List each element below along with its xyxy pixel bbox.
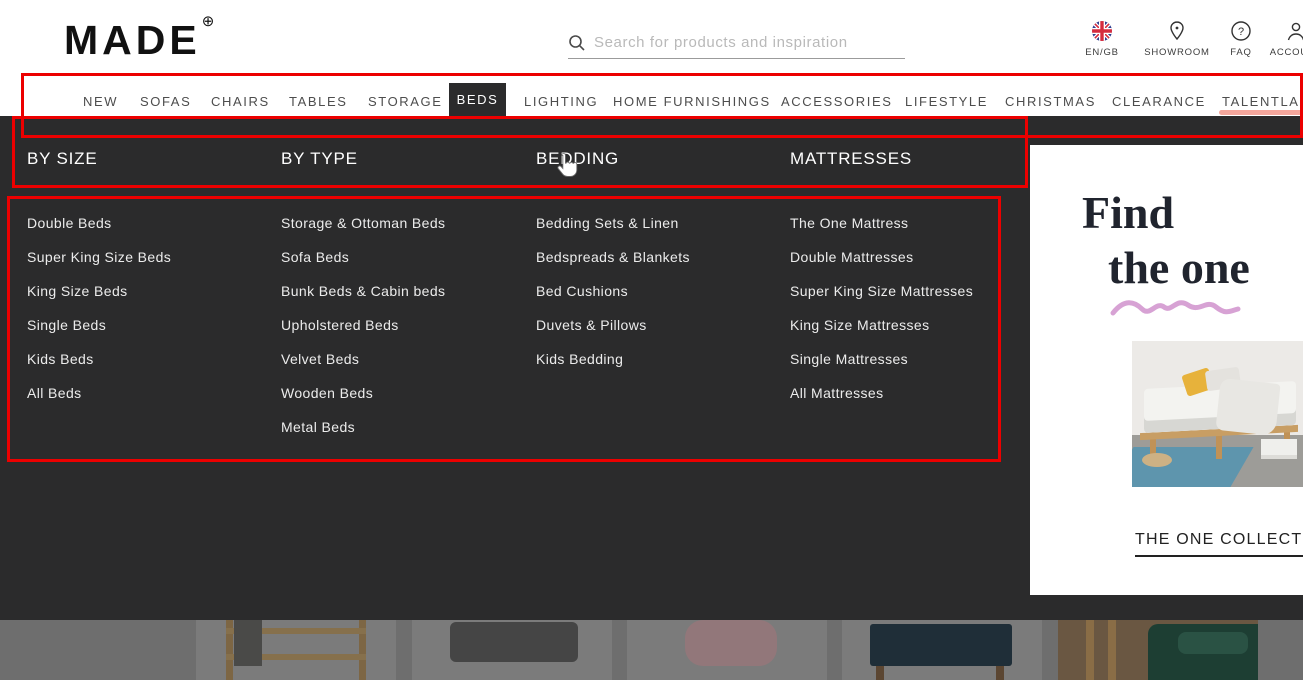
category-heading-mattresses[interactable]: MATTRESSES — [790, 149, 912, 169]
menu-column-bedding: Bedding Sets & LinenBedspreads & Blanket… — [536, 206, 786, 376]
site-header: MADE⊕ EN/GB — [0, 0, 1303, 116]
menu-item-single-mattresses[interactable]: Single Mattresses — [790, 342, 1040, 376]
menu-item-upholstered-beds[interactable]: Upholstered Beds — [281, 308, 531, 342]
talentlab-highlight-underline — [1219, 110, 1303, 115]
menu-item-king-size-beds[interactable]: King Size Beds — [27, 274, 277, 308]
product-card-navy-bed — [842, 620, 1042, 680]
pink-squiggle-underline — [1110, 295, 1242, 319]
menu-item-all-mattresses[interactable]: All Mattresses — [790, 376, 1040, 410]
nav-item-lifestyle[interactable]: LIFESTYLE — [905, 94, 988, 109]
logo-registered-mark: ⊕ — [202, 13, 215, 30]
uk-flag-icon — [1080, 20, 1124, 42]
menu-item-velvet-beds[interactable]: Velvet Beds — [281, 342, 531, 376]
menu-column-by-type: Storage & Ottoman BedsSofa BedsBunk Beds… — [281, 206, 531, 444]
menu-item-super-king-size-mattresses[interactable]: Super King Size Mattresses — [790, 274, 1040, 308]
promo-image-mattress — [1132, 341, 1303, 487]
person-icon — [1266, 20, 1303, 42]
nav-item-chairs[interactable]: CHAIRS — [211, 94, 270, 109]
menu-item-metal-beds[interactable]: Metal Beds — [281, 410, 531, 444]
account-button[interactable]: ACCOUNT — [1266, 20, 1303, 58]
faq-button[interactable]: ? FAQ — [1225, 20, 1257, 58]
nav-item-new[interactable]: NEW — [83, 94, 118, 109]
product-card-blush-headboard — [627, 620, 827, 680]
menu-column-by-size: Double BedsSuper King Size BedsKing Size… — [27, 206, 277, 410]
category-heading-bedding[interactable]: BEDDING — [536, 149, 619, 169]
menu-item-bedding-sets-linen[interactable]: Bedding Sets & Linen — [536, 206, 786, 240]
category-heading-by-type[interactable]: BY TYPE — [281, 149, 358, 169]
category-heading-by-size[interactable]: BY SIZE — [27, 149, 97, 169]
menu-item-double-beds[interactable]: Double Beds — [27, 206, 277, 240]
nav-item-beds[interactable]: BEDS — [449, 83, 506, 116]
product-card-bunk-bed — [196, 620, 396, 680]
menu-item-bedspreads-blankets[interactable]: Bedspreads & Blankets — [536, 240, 786, 274]
menu-item-storage-ottoman-beds[interactable]: Storage & Ottoman Beds — [281, 206, 531, 240]
showroom-button[interactable]: SHOWROOM — [1140, 20, 1214, 58]
nav-item-lighting[interactable]: LIGHTING — [524, 94, 598, 109]
nav-item-clearance[interactable]: CLEARANCE — [1112, 94, 1206, 109]
promo-title-line2: the one — [1108, 245, 1250, 291]
promo-title-line1: Find — [1082, 190, 1174, 236]
nav-item-storage[interactable]: STORAGE — [368, 94, 443, 109]
search-input[interactable] — [594, 34, 905, 51]
menu-column-mattresses: The One MattressDouble MattressesSuper K… — [790, 206, 1040, 410]
menu-item-the-one-mattress[interactable]: The One Mattress — [790, 206, 1040, 240]
locale-button[interactable]: EN/GB — [1080, 20, 1124, 58]
promo-panel-the-one[interactable]: Find the one THE ONE COLLECTION — [1030, 145, 1303, 595]
made-logo[interactable]: MADE⊕ — [64, 12, 214, 64]
menu-item-bed-cushions[interactable]: Bed Cushions — [536, 274, 786, 308]
nav-item-christmas[interactable]: CHRISTMAS — [1005, 94, 1096, 109]
menu-item-single-beds[interactable]: Single Beds — [27, 308, 277, 342]
search-icon — [568, 34, 586, 52]
menu-item-all-beds[interactable]: All Beds — [27, 376, 277, 410]
product-card-grey-headboard — [412, 620, 612, 680]
menu-item-sofa-beds[interactable]: Sofa Beds — [281, 240, 531, 274]
dimmed-page-products — [0, 620, 1303, 680]
menu-item-wooden-beds[interactable]: Wooden Beds — [281, 376, 531, 410]
nav-item-accessories[interactable]: ACCESSORIES — [781, 94, 893, 109]
menu-item-duvets-pillows[interactable]: Duvets & Pillows — [536, 308, 786, 342]
svg-text:?: ? — [1238, 26, 1244, 38]
menu-item-king-size-mattresses[interactable]: King Size Mattresses — [790, 308, 1040, 342]
nav-item-home-furnishings[interactable]: HOME FURNISHINGS — [613, 94, 771, 109]
menu-item-kids-bedding[interactable]: Kids Bedding — [536, 342, 786, 376]
the-one-collection-link[interactable]: THE ONE COLLECTION — [1135, 531, 1303, 557]
question-mark-icon: ? — [1225, 20, 1257, 42]
menu-item-super-king-size-beds[interactable]: Super King Size Beds — [27, 240, 277, 274]
search-bar[interactable] — [568, 27, 905, 59]
location-pin-icon — [1140, 20, 1214, 42]
menu-item-double-mattresses[interactable]: Double Mattresses — [790, 240, 1040, 274]
product-card-green-armchair — [1058, 620, 1258, 680]
menu-item-bunk-beds-cabin-beds[interactable]: Bunk Beds & Cabin beds — [281, 274, 531, 308]
nav-item-talentlab[interactable]: TALENTLAB — [1222, 94, 1303, 109]
nav-item-sofas[interactable]: SOFAS — [140, 94, 191, 109]
menu-item-kids-beds[interactable]: Kids Beds — [27, 342, 277, 376]
nav-item-tables[interactable]: TABLES — [289, 94, 348, 109]
